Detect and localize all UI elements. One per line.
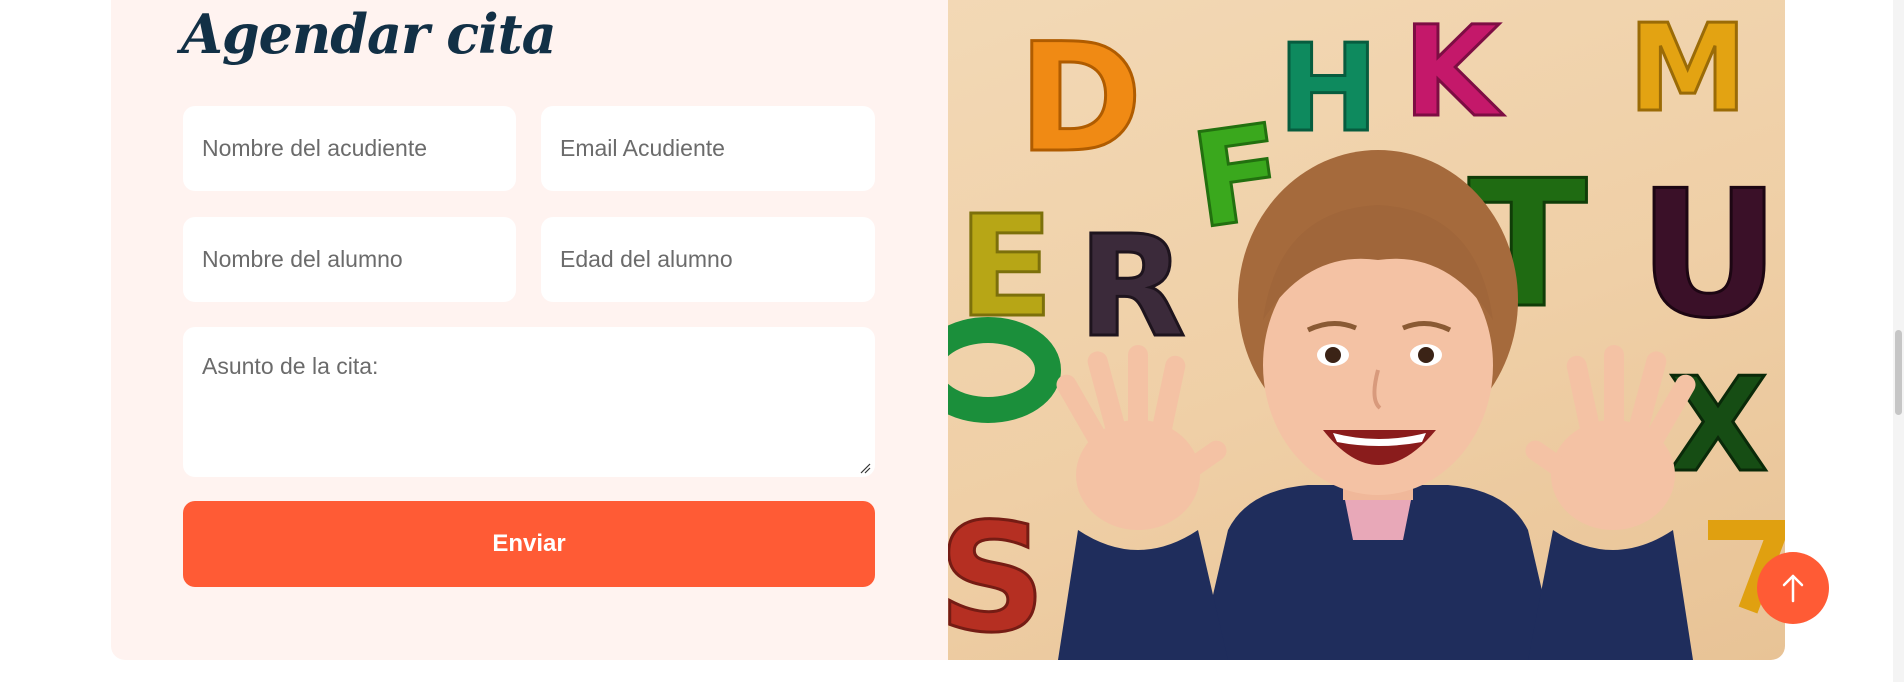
guardian-name-input[interactable]	[183, 106, 516, 191]
appointment-card: Agendar cita Enviar D H K M F E R	[111, 0, 1785, 660]
appointment-form-panel: Agendar cita Enviar	[111, 0, 948, 660]
page: Agendar cita Enviar D H K M F E R	[0, 0, 1904, 682]
letter-x-icon: X	[1668, 349, 1768, 501]
letter-h-icon: H	[1278, 20, 1378, 159]
submit-button[interactable]: Enviar	[183, 501, 875, 587]
letter-k-icon: K	[1403, 0, 1504, 145]
page-scrollbar[interactable]	[1893, 0, 1904, 682]
form-title: Agendar cita	[181, 2, 557, 66]
letter-u-icon: U	[1638, 154, 1780, 357]
letter-r-icon: R	[1078, 206, 1186, 369]
appointment-subject-textarea[interactable]	[183, 327, 875, 477]
back-to-top-button[interactable]	[1757, 552, 1829, 624]
resize-handle-icon[interactable]	[859, 462, 871, 474]
child-with-letters-image: D H K M F E R T U X S	[948, 0, 1785, 660]
guardian-email-input[interactable]	[541, 106, 875, 191]
letter-m-icon: M	[1628, 0, 1747, 139]
letter-d-icon: D	[1018, 12, 1143, 186]
arrow-up-icon	[1782, 574, 1804, 603]
student-age-input[interactable]	[541, 217, 875, 302]
child-illustration: D H K M F E R T U X S	[948, 0, 1785, 660]
scrollbar-thumb[interactable]	[1895, 330, 1902, 415]
student-name-input[interactable]	[183, 217, 516, 302]
letter-s-icon: S	[948, 492, 1046, 660]
letter-o-shape	[948, 317, 1061, 423]
